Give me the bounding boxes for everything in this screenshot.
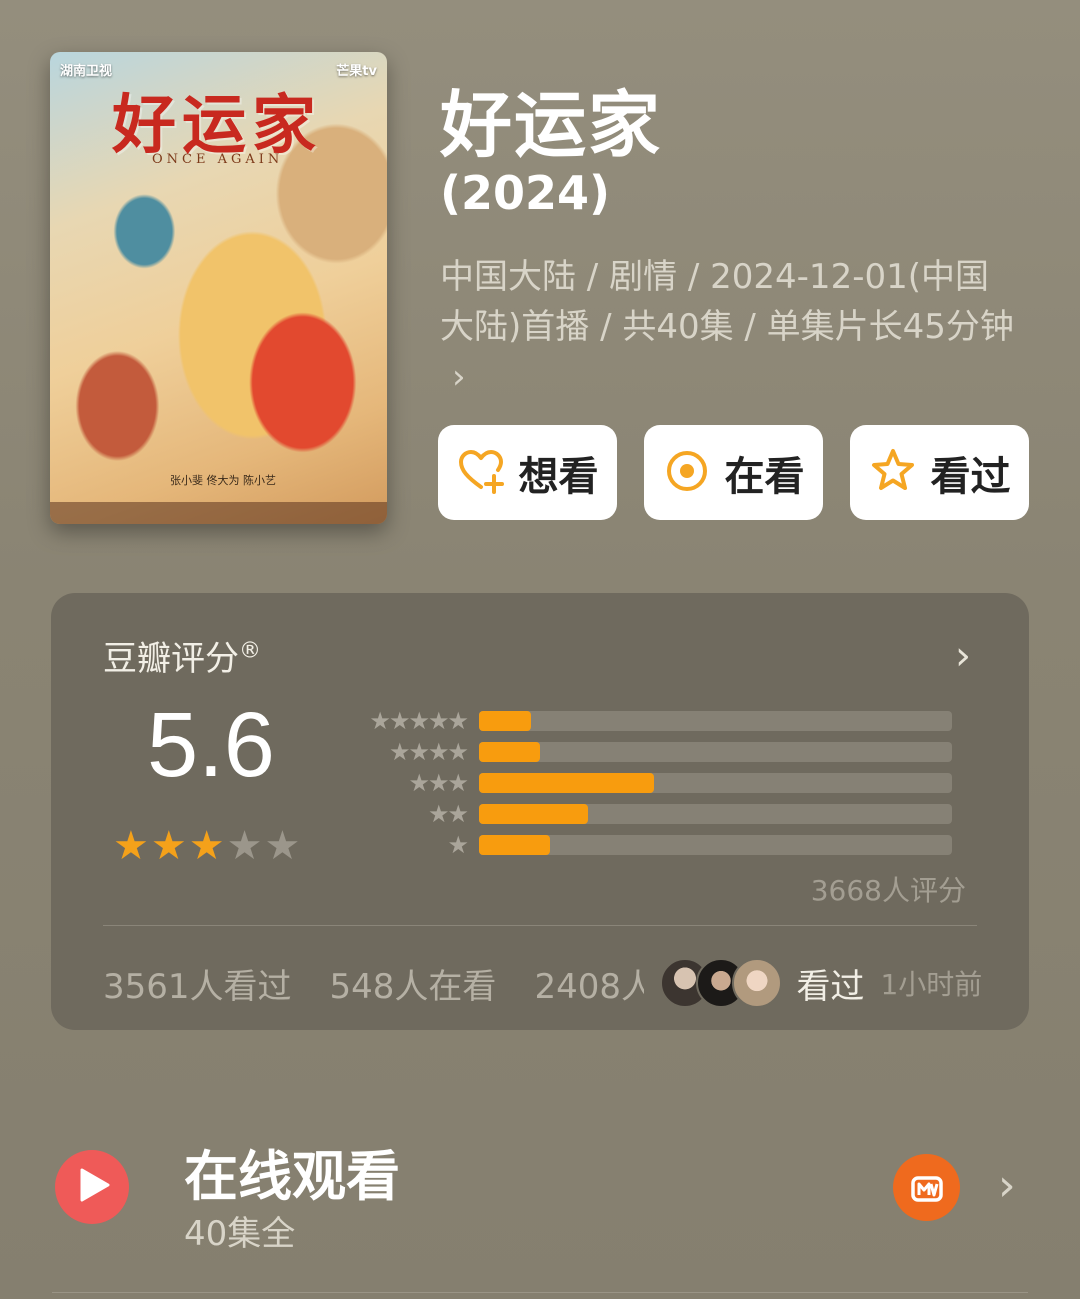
mango-tv-icon[interactable]: [893, 1154, 960, 1221]
distribution-stars: ★★★: [408, 769, 469, 797]
rating-stats: 3561人看过 548人在看 2408人想看 看过 1小时前: [103, 958, 982, 1008]
watching-button[interactable]: 在看: [644, 425, 823, 520]
play-icon: [72, 1168, 112, 1206]
watching-button-label: 在看: [724, 453, 805, 500]
poster-logo-mango: 芒果tv: [336, 64, 377, 79]
rating-distribution-row: ★★★★: [351, 738, 971, 766]
rating-card[interactable]: 豆瓣评分® › 5.6 ★ ★ ★ ★ ★ ★★★★★ ★★★★ ★★★ ★★ ★ 3668人评…: [51, 593, 1029, 1030]
target-circle-icon: [663, 447, 711, 499]
star-filled-icon: ★: [113, 823, 149, 869]
distribution-stars: ★★★★★: [369, 707, 469, 735]
distribution-bar: [479, 742, 541, 762]
rating-distribution-row: ★★★★★: [351, 707, 971, 735]
distribution-bar: [479, 835, 550, 855]
show-year: (2024): [440, 166, 611, 220]
rating-distribution-row: ★★: [351, 800, 971, 828]
rating-distribution-row: ★: [351, 831, 971, 859]
rating-score: 5.6: [147, 694, 275, 796]
rating-stars: ★ ★ ★ ★ ★: [113, 826, 300, 866]
friend-avatars[interactable]: [660, 958, 783, 1008]
chevron-right-icon: ›: [452, 357, 466, 397]
poster-footer: [50, 502, 387, 524]
star-empty-icon: ★: [226, 823, 263, 869]
watched-count[interactable]: 3561人看过: [103, 959, 292, 1008]
chevron-right-icon[interactable]: ›: [955, 633, 971, 679]
watched-button-label: 看过: [930, 453, 1011, 500]
play-button[interactable]: [55, 1150, 129, 1224]
want-count[interactable]: 2408人想看: [534, 959, 644, 1008]
distribution-track: [479, 711, 952, 731]
star-filled-icon: ★: [188, 823, 225, 869]
star-outline-icon: [869, 447, 917, 499]
distribution-stars: ★★★★: [388, 738, 469, 766]
want-button[interactable]: 想看: [438, 425, 617, 520]
divider: [103, 925, 977, 926]
registered-mark: ®: [239, 638, 261, 664]
friend-action: 看过: [796, 966, 865, 1007]
poster-credits: 张小斐 佟大为 陈小艺: [170, 474, 276, 487]
chevron-right-icon[interactable]: ›: [998, 1160, 1016, 1211]
rating-title: 豆瓣评分®: [103, 631, 261, 680]
rating-distribution-row: ★★★: [351, 769, 971, 797]
star-filled-icon: ★: [150, 823, 187, 869]
distribution-track: [479, 804, 952, 824]
distribution-bar: [479, 773, 654, 793]
want-button-label: 想看: [518, 453, 599, 500]
heart-plus-icon: [457, 447, 505, 499]
poster-subtitle-art: ONCE AGAIN: [152, 152, 284, 167]
show-meta[interactable]: 中国大陆 / 剧情 / 2024-12-01(中国大陆)首播 / 共40集 / …: [440, 252, 1020, 402]
show-meta-text: 中国大陆 / 剧情 / 2024-12-01(中国大陆)首播 / 共40集 / …: [440, 257, 1014, 347]
rating-title-text: 豆瓣评分: [103, 639, 239, 679]
distribution-track: [479, 835, 952, 855]
watched-button[interactable]: 看过: [850, 425, 1029, 520]
poster-image[interactable]: 湖南卫视 芒果tv 好运家 ONCE AGAIN 张小斐 佟大为 陈小艺: [50, 52, 387, 524]
distribution-track: [479, 773, 952, 793]
watching-count[interactable]: 548人在看: [330, 959, 497, 1008]
online-watch-title[interactable]: 在线观看: [184, 1132, 400, 1211]
online-watch-subtitle: 40集全: [184, 1214, 296, 1254]
distribution-bar: [479, 804, 588, 824]
avatar: [732, 958, 783, 1008]
rating-count: 3668人评分: [810, 874, 966, 907]
distribution-stars: ★★: [427, 800, 469, 828]
friend-time: 1小时前: [880, 968, 983, 1001]
distribution-bar: [479, 711, 532, 731]
show-title: 好运家: [440, 83, 663, 167]
distribution-stars: ★: [447, 831, 469, 859]
distribution-track: [479, 742, 952, 762]
star-empty-icon: ★: [264, 823, 301, 869]
poster-logo-hunan: 湖南卫视: [60, 64, 113, 79]
divider: [52, 1292, 1028, 1293]
